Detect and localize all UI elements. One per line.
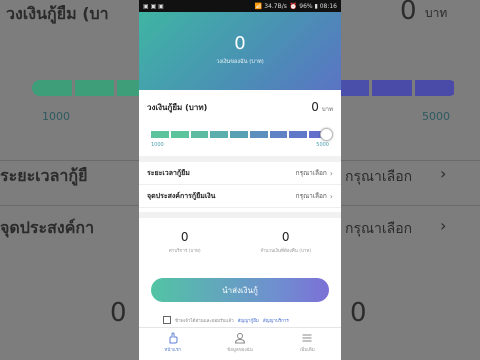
slider-segment (289, 130, 308, 138)
tab-more-label: เพิ่มเติม (299, 348, 315, 353)
chevron-right-icon: › (329, 191, 333, 201)
loan-period-value: กรุณาเลือก (295, 169, 327, 177)
slider-handle[interactable] (320, 128, 333, 141)
repay-amount: 0 จำนวนเงินที่ต้องคืน (บาท) (260, 230, 311, 272)
slider-segment (190, 130, 209, 138)
bg-period-label: ระยะเวลากู้ยื (0, 166, 88, 185)
service-contract-link[interactable]: สัญญาบริการ (263, 317, 289, 324)
loan-amount-row: วงเงินกู้ยืม (บาท) 0 บาท (147, 90, 333, 124)
loan-amount-value: 0 (311, 100, 319, 114)
loan-period-selector[interactable]: ระยะเวลากู้ยืม กรุณาเลือก › (139, 162, 341, 185)
tab-home-label: หน้าแรก (164, 348, 181, 353)
bg-slider-segment (414, 80, 454, 96)
bg-range-min: 1000 (42, 110, 70, 123)
bg-range-max: 5000 (422, 110, 450, 123)
battery-clock: ⏰ 96% ▮ 08:16 (289, 2, 337, 10)
loan-amount-label: วงเงินกู้ยืม (บาท) (147, 102, 208, 112)
loan-amount-slider[interactable] (151, 128, 333, 141)
service-fee: 0 ค่าบริการ (บาท) (169, 230, 201, 272)
bg-slider-segment (372, 80, 412, 96)
slider-max-label: 5000 (316, 142, 329, 148)
bg-period-value: กรุณาเลือก (345, 169, 413, 185)
network-speed: 📶 34.7B/s (254, 2, 287, 10)
repay-amount-caption: จำนวนเงินที่ต้องคืน (บาท) (260, 249, 312, 254)
user-icon (234, 333, 245, 344)
credit-limit-amount: 0 (234, 33, 246, 54)
bg-chevron-icon: › (440, 164, 447, 183)
service-fee-value: 0 (180, 230, 189, 244)
tab-my-info[interactable]: ข้อมูลของฉัน (206, 328, 273, 360)
slider-min-label: 1000 (151, 142, 164, 148)
phone-screen: ▣ ▣ ▣ 📶 34.7B/s ⏰ 96% ▮ 08:16 0 วงเงินขอ… (139, 0, 341, 360)
bg-loan-unit: บาท (425, 6, 448, 20)
credit-limit-label: วงเงินของฉัน (บาท) (216, 59, 264, 65)
bg-slider-segment (32, 80, 72, 96)
tab-more[interactable]: เพิ่มเติม (274, 328, 341, 360)
loan-purpose-value: กรุณาเลือก (295, 192, 327, 200)
loan-contract-link[interactable]: สัญญากู้ยืม (238, 317, 259, 324)
agreement-text: ข้าพเจ้าได้อ่านและยอมรับแล้ว (175, 318, 234, 324)
bg-loan-title: วงเงินกู้ยืม (บา (6, 4, 109, 23)
chevron-right-icon: › (329, 168, 333, 178)
notification-icons: ▣ ▣ ▣ (143, 2, 164, 10)
loan-period-label: ระยะเวลากู้ยืม (147, 168, 190, 177)
loan-amount-unit: บาท (321, 106, 333, 113)
slider-segment (170, 130, 189, 138)
bottom-tab-bar: หน้าแรก ข้อมูลของฉัน เพิ่มเติม (139, 327, 341, 360)
slider-segment (210, 130, 229, 138)
slider-segment (249, 130, 268, 138)
credit-limit-card: 0 วงเงินของฉัน (บาท) (139, 12, 341, 90)
service-fee-caption: ค่าบริการ (บาท) (168, 249, 201, 254)
repay-amount-value: 0 (281, 230, 290, 244)
status-bar: ▣ ▣ ▣ 📶 34.7B/s ⏰ 96% ▮ 08:16 (139, 0, 341, 12)
bg-purpose-value: กรุณาเลือก (345, 221, 413, 237)
agreement-row: ข้าพเจ้าได้อ่านและยอมรับแล้ว สัญญากู้ยืม… (163, 316, 341, 324)
tab-my-info-label: ข้อมูลของฉัน (227, 348, 253, 353)
loan-summary: 0 ค่าบริการ (บาท) 0 จำนวนเงินที่ต้องคืน … (139, 218, 341, 272)
hand-icon (169, 332, 178, 344)
bg-chevron-icon: › (440, 216, 447, 235)
submit-loan-button[interactable]: นำส่งเงินกู้ (151, 278, 329, 302)
menu-icon (302, 334, 312, 342)
tab-home[interactable]: หน้าแรก (139, 328, 206, 360)
bg-repay-amount: 0 (350, 298, 367, 328)
slider-segment (230, 130, 248, 138)
agreement-checkbox[interactable] (163, 316, 171, 324)
loan-purpose-label: จุดประสงค์การกู้ยืมเงิน (147, 191, 216, 200)
slider-segment (269, 130, 288, 138)
loan-purpose-selector[interactable]: จุดประสงค์การกู้ยืมเงิน กรุณาเลือก › (139, 185, 341, 208)
bg-fee-amount: 0 (110, 298, 127, 328)
slider-range: 1000 5000 (151, 142, 329, 148)
bg-purpose-label: จุดประสงค์กา (0, 218, 95, 237)
bg-loan-amount: 0 (400, 0, 417, 26)
slider-segment (151, 130, 169, 138)
bg-slider-segment (74, 80, 114, 96)
